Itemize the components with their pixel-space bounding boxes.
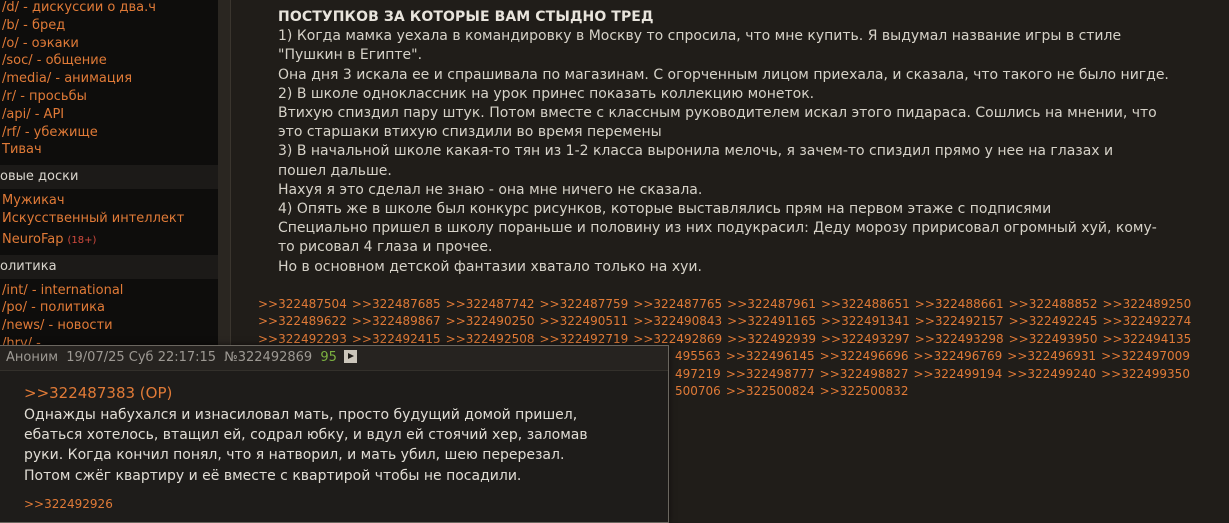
reply-link[interactable]: >>322487742 xyxy=(446,297,535,311)
reply-link[interactable]: >>322492869 xyxy=(633,332,722,346)
sidebar-item: /b/ - бред xyxy=(0,17,218,35)
sidebar-board-link[interactable]: Искусственный интеллект xyxy=(0,210,218,228)
reply-link[interactable]: >>322499350 xyxy=(1101,367,1190,381)
reply-link[interactable]: >>322499240 xyxy=(1007,367,1096,381)
sidebar-item: Тивач xyxy=(0,141,218,159)
reply-link[interactable]: >>322498777 xyxy=(726,367,815,381)
sidebar-board-link[interactable]: /int/ - international xyxy=(0,282,218,300)
reply-link[interactable]: >>322487759 xyxy=(539,297,628,311)
reply-link[interactable]: >>322496769 xyxy=(913,349,1002,363)
reply-link[interactable]: >>322500824 xyxy=(726,384,815,398)
sidebar-board-link[interactable]: /soc/ - общение xyxy=(0,52,218,70)
age-badge: (18+) xyxy=(67,234,97,246)
sidebar-item: Мужикач xyxy=(0,192,218,210)
reply-link[interactable]: >>322492274 xyxy=(1102,314,1191,328)
preview-post-count: 95 xyxy=(320,350,337,365)
reply-link[interactable]: >>322496145 xyxy=(726,349,815,363)
sidebar-item: Искусственный интеллект xyxy=(0,210,218,228)
reply-link[interactable]: 495563 xyxy=(675,349,721,363)
reply-link[interactable]: >>322491341 xyxy=(821,314,910,328)
preview-quote-link[interactable]: >>322487383 (OP) xyxy=(24,384,172,402)
reply-link[interactable]: >>322491165 xyxy=(727,314,816,328)
reply-link[interactable]: >>322488852 xyxy=(1009,297,1098,311)
preview-date: 19/07/25 Суб 22:17:15 xyxy=(66,350,217,365)
reply-link[interactable]: >>322499194 xyxy=(913,367,1002,381)
sidebar-board-link[interactable]: /api/ - API xyxy=(0,106,218,124)
sidebar-header-politics[interactable]: олитика xyxy=(0,254,218,279)
reply-link[interactable]: >>322490250 xyxy=(446,314,535,328)
sidebar-board-link[interactable]: /media/ - анимация xyxy=(0,70,218,88)
sidebar-item: NeuroFap (18+) xyxy=(0,228,218,249)
preview-post-number[interactable]: №322492869 xyxy=(224,350,312,365)
reply-link[interactable]: >>322487961 xyxy=(727,297,816,311)
sidebar-board-link[interactable]: /b/ - бред xyxy=(0,17,218,35)
sidebar-board-link[interactable]: /po/ - политика xyxy=(0,299,218,317)
reply-link[interactable]: 500706 xyxy=(675,384,721,398)
sidebar-item: /r/ - просьбы xyxy=(0,88,218,106)
reply-link[interactable]: >>322496696 xyxy=(820,349,909,363)
sidebar-item: /d/ - дискуссии о два.ч xyxy=(0,0,218,17)
boards-list-main: /d/ - дискуссии о два.ч/b/ - бред/o/ - о… xyxy=(0,0,218,159)
reply-link[interactable]: >>322496931 xyxy=(1007,349,1096,363)
reply-link[interactable]: >>322490511 xyxy=(539,314,628,328)
preview-header: Аноним 19/07/25 Суб 22:17:15 №322492869 … xyxy=(0,346,668,371)
post-subject: ПОСТУПКОВ ЗА КОТОРЫЕ ВАМ СТЫДНО ТРЕД xyxy=(278,9,654,25)
reply-link[interactable]: >>322489867 xyxy=(352,314,441,328)
sidebar-item: /int/ - international xyxy=(0,282,218,300)
post-body: 1) Когда мамка уехала в командировку в М… xyxy=(278,28,1169,275)
sidebar-board-link[interactable]: NeuroFap xyxy=(0,231,63,249)
preview-backlink[interactable]: >>322492926 xyxy=(24,497,113,511)
reply-links-row: >>322489622 >>322489867 >>322490250 >>32249… xyxy=(258,313,1228,330)
reply-link[interactable]: >>322497009 xyxy=(1101,349,1190,363)
sidebar-item: /soc/ - общение xyxy=(0,52,218,70)
reply-link[interactable]: >>322488661 xyxy=(915,297,1004,311)
sidebar-item: /api/ - API xyxy=(0,106,218,124)
boards-list-politics: /int/ - international/po/ - политика/new… xyxy=(0,282,218,353)
reply-link[interactable]: >>322493950 xyxy=(1009,332,1098,346)
boards-list-new: Мужикач Искусственный интеллект NeuroFap (1… xyxy=(0,192,218,248)
preview-author: Аноним xyxy=(6,350,59,365)
reply-link[interactable]: >>322489622 xyxy=(258,314,347,328)
reply-link[interactable]: >>322493298 xyxy=(915,332,1004,346)
sidebar-item: /o/ - оэкаки xyxy=(0,35,218,53)
reply-link[interactable]: >>322498827 xyxy=(820,367,909,381)
sidebar-item: /rf/ - убежище xyxy=(0,124,218,142)
reply-link[interactable]: >>322487685 xyxy=(352,297,441,311)
sidebar-board-link[interactable]: /r/ - просьбы xyxy=(0,88,218,106)
sidebar-board-link[interactable]: /news/ - новости xyxy=(0,317,218,335)
reply-link[interactable]: >>322489250 xyxy=(1102,297,1191,311)
post-preview-popup: Аноним 19/07/25 Суб 22:17:15 №322492869 … xyxy=(0,345,669,523)
sidebar-header-new-boards[interactable]: овые доски xyxy=(0,165,218,190)
reply-link[interactable]: >>322492415 xyxy=(352,332,441,346)
expand-arrow-icon[interactable] xyxy=(344,350,358,363)
reply-link[interactable]: >>322492719 xyxy=(539,332,628,346)
reply-link[interactable]: >>322493297 xyxy=(821,332,910,346)
reply-link[interactable]: >>322492293 xyxy=(258,332,347,346)
reply-link[interactable]: >>322487765 xyxy=(633,297,722,311)
sidebar-item: /news/ - новости xyxy=(0,317,218,335)
reply-link[interactable]: 497219 xyxy=(675,367,721,381)
sidebar-board-link[interactable]: Тивач xyxy=(0,141,218,159)
reply-link[interactable]: >>322494135 xyxy=(1102,332,1191,346)
sidebar-board-link[interactable]: /o/ - оэкаки xyxy=(0,35,218,53)
sidebar-item: /media/ - анимация xyxy=(0,70,218,88)
reply-link[interactable]: >>322492508 xyxy=(446,332,535,346)
sidebar-board-link[interactable]: Мужикач xyxy=(0,192,218,210)
reply-link[interactable]: >>322492157 xyxy=(915,314,1004,328)
reply-links-row: >>322487504 >>322487685 >>322487742 >>32248… xyxy=(258,296,1228,313)
sidebar-board-link[interactable]: /rf/ - убежище xyxy=(0,124,218,142)
preview-text: Однажды набухался и изнасиловал мать, пр… xyxy=(24,407,588,484)
sidebar-board-link[interactable]: /d/ - дискуссии о два.ч xyxy=(0,0,218,17)
op-post: ПОСТУПКОВ ЗА КОТОРЫЕ ВАМ СТЫДНО ТРЕД 1) … xyxy=(278,8,1228,277)
reply-link[interactable]: >>322492245 xyxy=(1009,314,1098,328)
reply-link[interactable]: >>322487504 xyxy=(258,297,347,311)
sidebar-item: /po/ - политика xyxy=(0,299,218,317)
reply-link[interactable]: >>322500832 xyxy=(820,384,909,398)
reply-link[interactable]: >>322488651 xyxy=(821,297,910,311)
reply-link[interactable]: >>322492939 xyxy=(727,332,816,346)
reply-link[interactable]: >>322490843 xyxy=(633,314,722,328)
